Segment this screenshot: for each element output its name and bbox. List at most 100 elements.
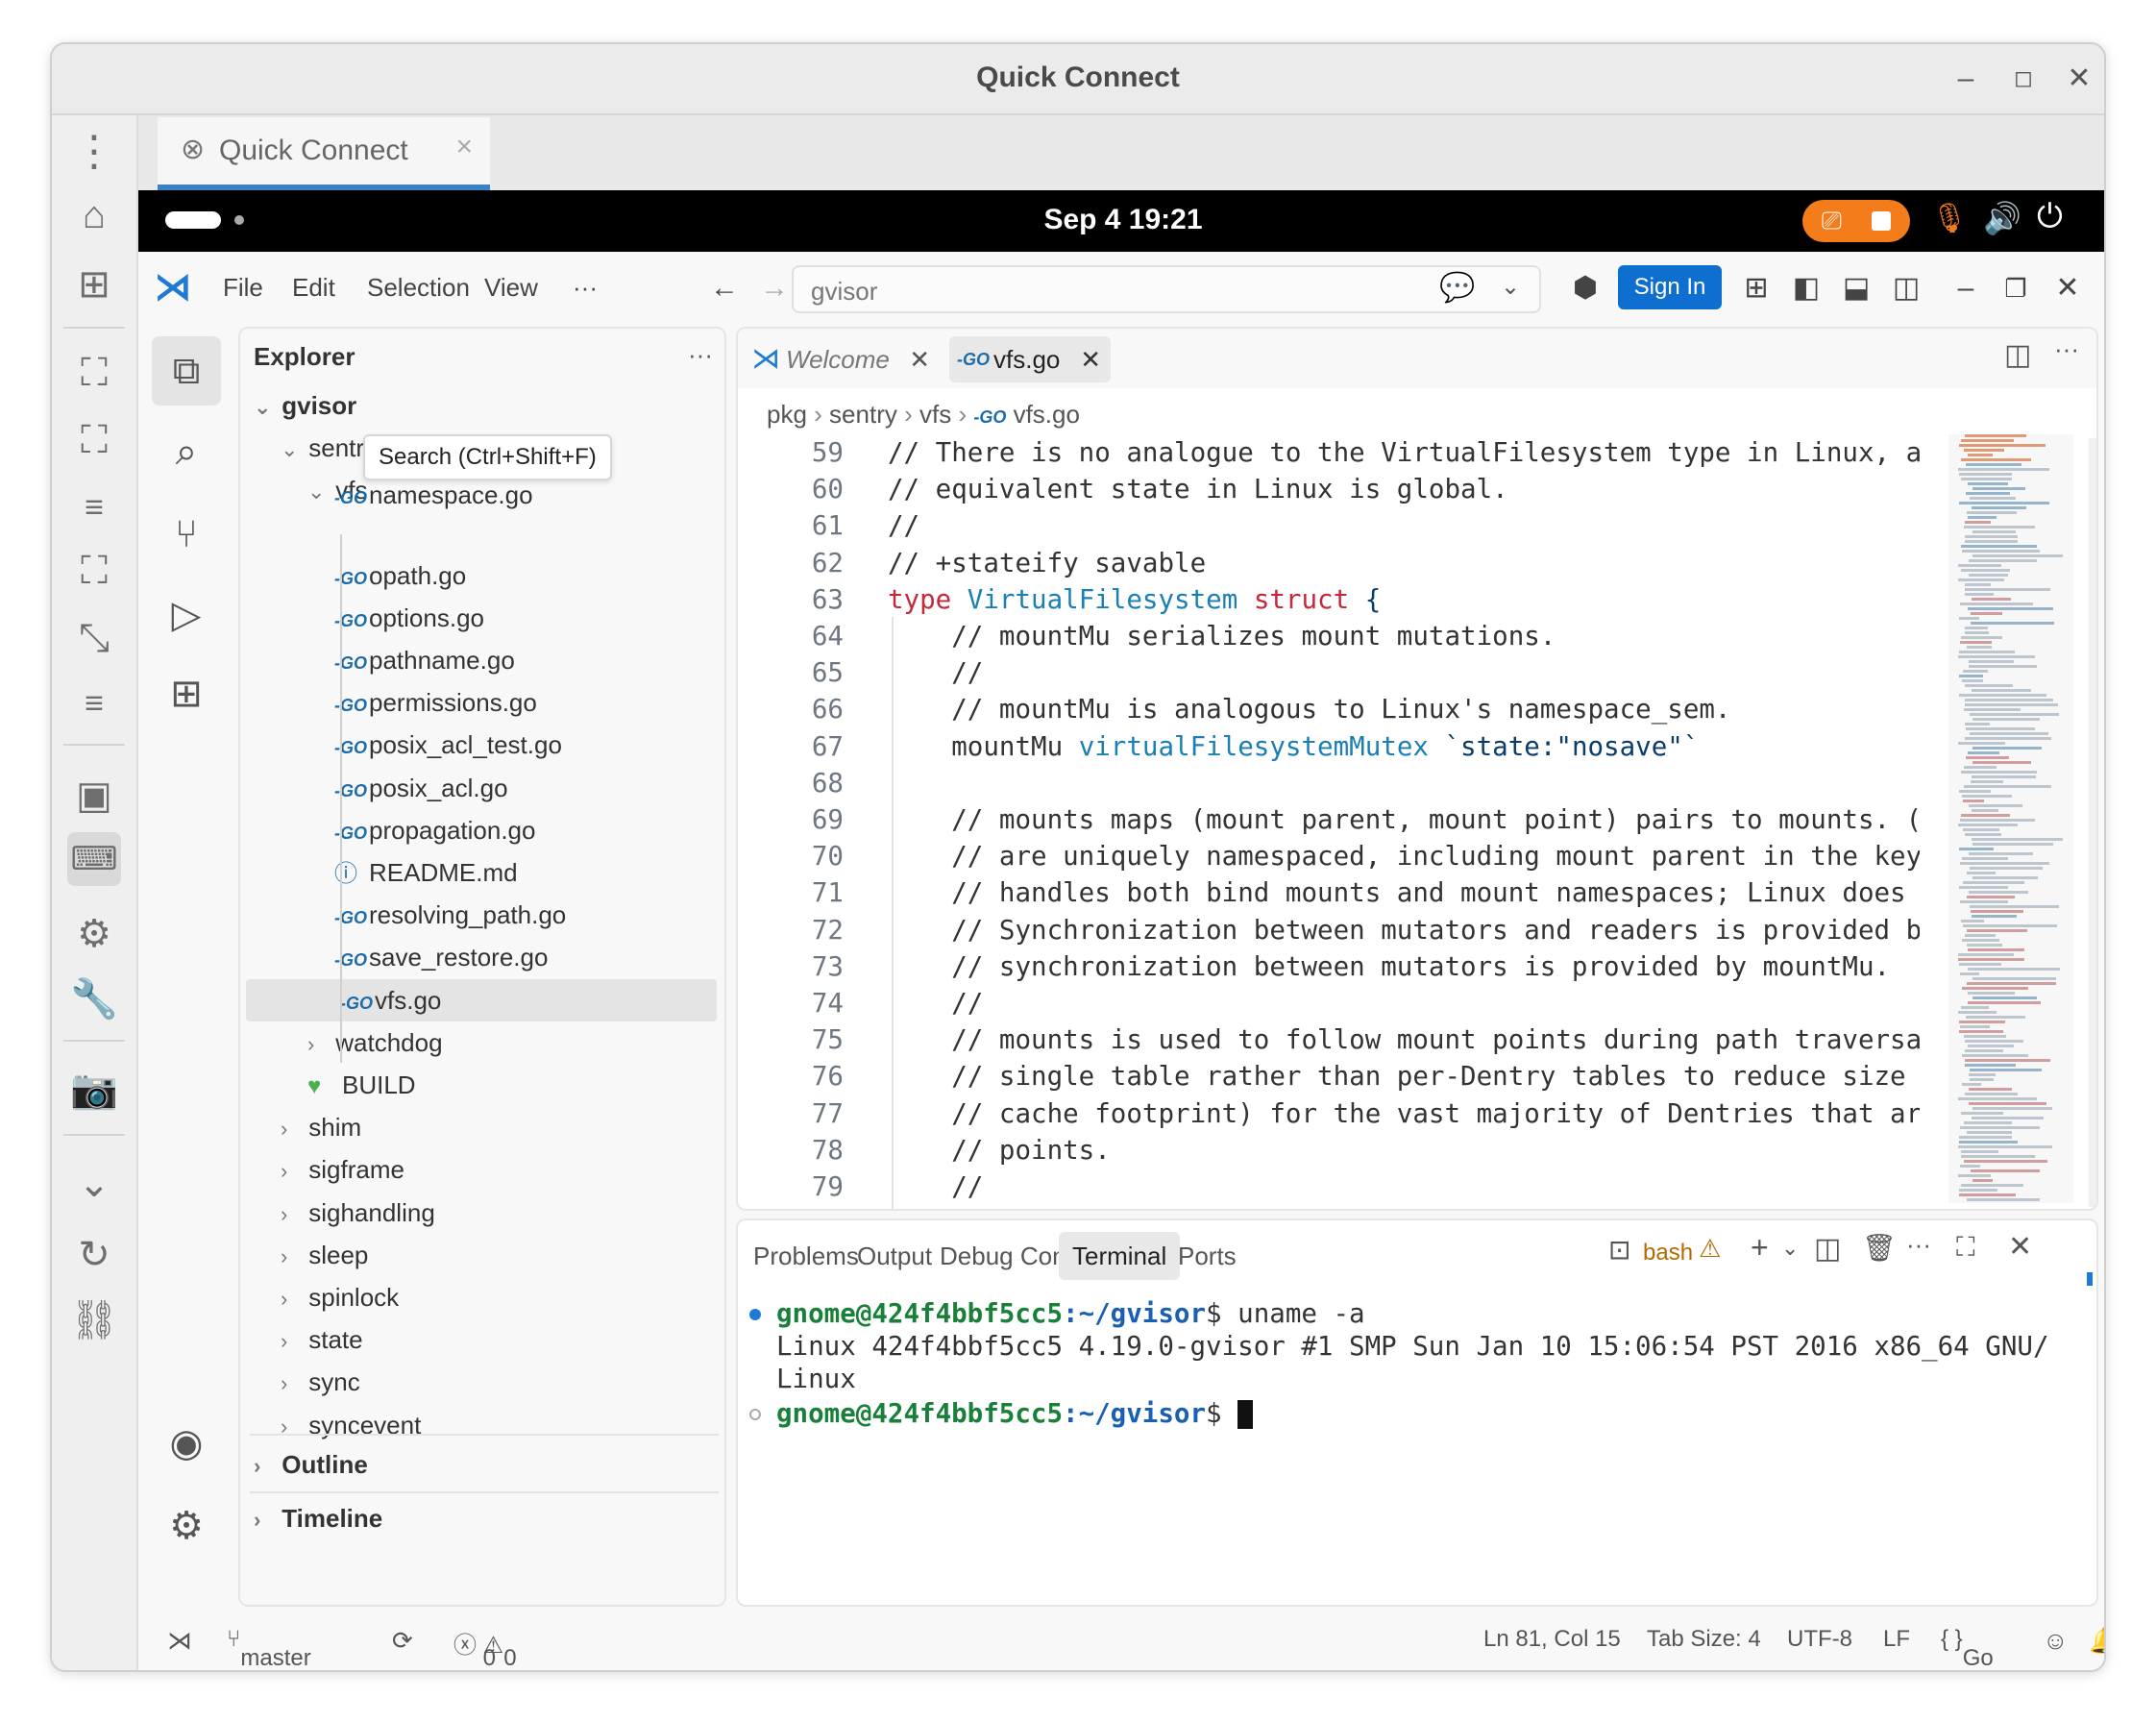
panel-tab-terminal[interactable]: Terminal [1059,1232,1181,1280]
command-center[interactable]: gvisor 💬 ⌄ [792,265,1541,313]
tab-welcome[interactable]: ⋊ Welcome ✕ [742,336,940,382]
close-icon[interactable]: ✕ [2058,58,2100,100]
minimap[interactable] [1948,434,2073,1209]
code-line[interactable]: 70 // are uniquely namespaced, including… [738,838,1920,874]
close-panel-icon[interactable]: ✕ [2008,1230,2032,1264]
back-arrow-icon[interactable]: ← [705,265,744,311]
code-line[interactable]: 69 // mounts maps (mount parent, mount p… [738,801,1920,838]
tree-item[interactable]: -GOpropagation.go [240,809,711,851]
language-mode[interactable]: { } Go [1941,1626,1994,1670]
command-decoration-icon[interactable] [749,1409,761,1420]
split-editor-icon[interactable]: ◫ [2004,338,2031,372]
tree-item[interactable]: › state [240,1318,711,1361]
remote-icon[interactable]: ⋊ [167,1626,192,1656]
tree-item[interactable]: › syncevent [240,1404,711,1446]
code-line[interactable]: 77 // cache footprint) for the vast majo… [738,1095,1920,1132]
tree-item[interactable]: › sleep [240,1234,711,1276]
resize-icon[interactable]: ⤡ [67,611,121,665]
breadcrumb-vfs[interactable]: vfs [919,400,951,429]
manage-gear-icon[interactable]: ⚙ [152,1491,221,1561]
tree-item[interactable]: -GOsave_restore.go [240,936,711,978]
code-line[interactable]: 75 // mounts is used to follow mount poi… [738,1021,1920,1058]
code-line[interactable]: 80 // mounts is analogous to Linux's mou… [738,1205,1920,1209]
forward-arrow-icon[interactable]: → [755,265,794,311]
trash-icon[interactable]: 🗑 [1862,1232,1897,1264]
tree-item[interactable]: -GOposix_acl_test.go [240,724,711,766]
chevron-down-icon[interactable]: ⌄ [1501,273,1520,301]
scale-icon[interactable]: ⛶ [67,544,121,598]
code-line[interactable]: 78 // points. [738,1132,1920,1168]
split-terminal-icon[interactable]: ◫ [1814,1232,1841,1266]
run-debug-icon[interactable]: ▷ [152,580,221,650]
extensions-icon[interactable]: ⊞ [152,659,221,728]
code-line[interactable]: 72 // Synchronization between mutators a… [738,912,1920,948]
tree-item[interactable]: -GOposix_acl.go [240,767,711,809]
command-decoration-icon[interactable] [749,1309,761,1320]
breadcrumb-sentry[interactable]: sentry [829,400,897,429]
disconnect-icon[interactable]: ⛓ [67,1293,121,1347]
code-line[interactable]: 67 mountMu virtualFilesystemMutex `state… [738,728,1920,765]
toggle-sidebar-icon[interactable]: ◧ [1787,265,1825,311]
code-line[interactable]: 63 type VirtualFilesystem struct { [738,581,1920,618]
tree-item[interactable]: -GOpermissions.go [240,681,711,724]
code-line[interactable]: 66 // mountMu is analogous to Linux's na… [738,691,1920,727]
code-line[interactable]: 60 // equivalent state in Linux is global… [738,471,1920,507]
tree-item[interactable]: › shim [240,1106,711,1148]
code-line[interactable]: 74 // [738,985,1920,1021]
fullscreen-icon[interactable]: ⛶ [67,413,121,467]
breadcrumb-pkg[interactable]: pkg [767,400,807,429]
problems-indicator[interactable]: ⓧ 0 ⚠ 0 [453,1626,517,1670]
explorer-icon[interactable]: ⧉ [152,336,221,406]
menu-selection[interactable]: Selection [367,273,470,303]
sync-icon[interactable]: ⟳ [392,1626,413,1656]
wrench-icon[interactable]: 🔧 [67,972,121,1026]
encoding[interactable]: UTF-8 [1787,1626,1852,1653]
screencast-indicator[interactable]: ⎚ [1802,200,1910,242]
new-terminal-icon[interactable]: + [1751,1230,1769,1266]
explorer-more-button[interactable]: ··· [688,340,713,370]
copilot-chat-icon[interactable]: 💬 [1439,271,1475,305]
branch-indicator[interactable]: ⑂ master [227,1626,311,1670]
menu-lines-icon[interactable]: ≡ [67,480,121,534]
bell-icon[interactable]: 🔔 [2089,1626,2104,1656]
code-line[interactable]: 59 // There is no analogue to the Virtual… [738,434,1920,471]
code-line[interactable]: 79 // [738,1168,1920,1205]
tree-item[interactable]: › watchdog [240,1021,711,1064]
shell-name[interactable]: bash [1643,1240,1693,1267]
code-line[interactable]: 71 // handles both bind mounts and mount… [738,874,1920,911]
panel-tab-ports[interactable]: Ports [1164,1232,1250,1280]
code-line[interactable]: 65 // [738,654,1920,691]
tree-item[interactable]: › sync [240,1361,711,1403]
tab-vfs-go[interactable]: -GO vfs.go ✕ [949,336,1111,382]
toggle-panel-icon[interactable]: ⬓ [1837,265,1875,311]
code-line[interactable]: 68 [738,765,1920,801]
tree-item[interactable]: -GOopath.go [240,554,711,597]
minimize-icon[interactable]: – [1945,58,1987,100]
tree-item[interactable]: › sighandling [240,1192,711,1234]
minimize-icon[interactable]: – [1947,265,1985,311]
screenshot-icon[interactable]: 📷 [67,1063,121,1117]
accounts-icon[interactable]: ◉ [152,1409,221,1478]
layout-customize-icon[interactable]: ⊞ [1737,265,1776,311]
source-control-icon[interactable]: ⑂ [152,500,221,569]
tree-item[interactable]: -GOpathname.go [240,639,711,681]
menu-view[interactable]: View [484,273,538,303]
maximize-icon[interactable]: ◻ [2002,58,2045,100]
tab-close-icon[interactable]: ✕ [909,336,930,382]
accounts-copilot-icon[interactable]: ⬢ [1564,265,1606,311]
menu-file[interactable]: File [223,273,263,303]
code-line[interactable]: 64 // mountMu serializes mount mutations… [738,618,1920,654]
tab-close-icon[interactable]: ✕ [1080,336,1101,382]
timeline-section[interactable]: › Timeline [254,1497,382,1539]
kebab-menu-icon[interactable]: ⋮ [67,125,121,179]
tab-quick-connect[interactable]: ⊗ Quick Connect × [158,117,490,190]
minimap-slider[interactable] [1948,434,2073,1203]
chevron-down-icon[interactable]: ⌄ [67,1157,121,1211]
power-icon[interactable]: ⏻ [2037,198,2063,235]
eol[interactable]: LF [1883,1626,1910,1653]
copilot-icon[interactable]: ☺ [2043,1626,2069,1656]
tab-size[interactable]: Tab Size: 4 [1647,1626,1761,1653]
close-icon[interactable]: ✕ [2048,265,2087,311]
maximize-panel-icon[interactable]: ⛶ [1956,1232,1975,1264]
volume-icon[interactable]: 🔊 [1983,200,2021,236]
